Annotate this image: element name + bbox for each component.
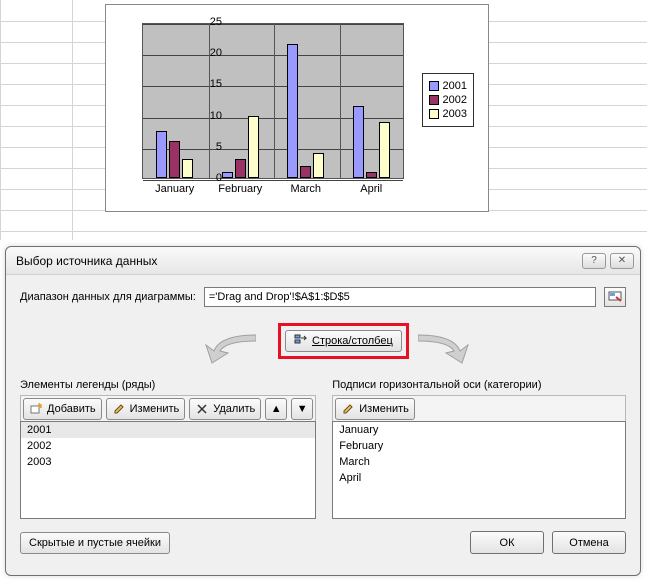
legend-item: 2002 (429, 94, 467, 106)
switch-row-column-button[interactable]: Строка/столбец (285, 330, 402, 352)
x-tick-label: February (208, 183, 274, 195)
list-item[interactable]: 2002 (21, 438, 315, 454)
y-tick-label: 10 (194, 110, 222, 122)
arrow-right-icon (418, 331, 474, 365)
range-picker-button[interactable] (604, 287, 626, 307)
help-button[interactable]: ? (582, 253, 606, 269)
legend-label: 2003 (443, 108, 467, 120)
list-item[interactable]: April (333, 470, 625, 486)
bar (182, 159, 193, 178)
list-item[interactable]: 2003 (21, 454, 315, 470)
list-item[interactable]: February (333, 438, 625, 454)
cancel-button[interactable]: Отмена (552, 531, 626, 554)
legend-label: 2002 (443, 94, 467, 106)
axis-labels-header: Подписи горизонтальной оси (категории) (332, 379, 626, 391)
switch-icon (294, 334, 308, 348)
chart-object[interactable]: 200120022003 0510152025JanuaryFebruaryMa… (105, 4, 489, 212)
swap-button-highlight: Строка/столбец (278, 323, 409, 359)
bar (313, 153, 324, 178)
plot-area (142, 23, 404, 179)
dialog-title: Выбор источника данных (16, 254, 157, 268)
edit-series-button[interactable]: Изменить (106, 398, 186, 420)
legend-item: 2001 (429, 80, 467, 92)
add-icon (29, 402, 43, 416)
move-down-button[interactable]: ▼ (291, 398, 313, 420)
delete-series-button[interactable]: Удалить (189, 398, 261, 420)
switch-button-label: Строка/столбец (312, 335, 393, 347)
legend-swatch (429, 95, 439, 105)
legend-label: 2001 (443, 80, 467, 92)
chart-legend: 2001 2002 2003 (422, 73, 474, 127)
legend-item: 2003 (429, 108, 467, 120)
legend-swatch (429, 81, 439, 91)
bar (353, 106, 364, 178)
close-button[interactable]: ✕ (610, 253, 634, 269)
bar (222, 172, 233, 178)
dialog-titlebar: Выбор источника данных ? ✕ (6, 247, 640, 275)
bar (366, 172, 377, 178)
select-data-source-dialog: Выбор источника данных ? ✕ Диапазон данн… (5, 246, 641, 576)
bar (248, 116, 259, 178)
list-item[interactable]: March (333, 454, 625, 470)
bar (287, 44, 298, 178)
edit-icon (112, 402, 126, 416)
edit-axis-button[interactable]: Изменить (335, 398, 415, 420)
add-series-button[interactable]: Добавить (23, 398, 102, 420)
edit-icon (341, 402, 355, 416)
legend-entries-header: Элементы легенды (ряды) (20, 379, 316, 391)
list-item[interactable]: January (333, 422, 625, 438)
x-tick-label: March (273, 183, 339, 195)
category-listbox[interactable]: JanuaryFebruaryMarchApril (332, 421, 626, 519)
list-item[interactable]: 2001 (21, 422, 315, 438)
y-tick-label: 25 (194, 16, 222, 28)
x-tick-label: January (142, 183, 208, 195)
delete-icon (195, 402, 209, 416)
move-up-button[interactable]: ▲ (265, 398, 287, 420)
arrow-left-icon (200, 331, 256, 365)
bar (379, 122, 390, 178)
y-tick-label: 5 (194, 141, 222, 153)
bar (300, 166, 311, 178)
ok-button[interactable]: ОК (470, 531, 544, 554)
hidden-empty-cells-button[interactable]: Скрытые и пустые ячейки (20, 532, 170, 554)
bar (156, 131, 167, 178)
legend-swatch (429, 109, 439, 119)
chart-data-range-input[interactable] (204, 287, 596, 307)
series-listbox[interactable]: 200120022003 (20, 421, 316, 519)
bar (235, 159, 246, 178)
bar (169, 141, 180, 178)
range-label: Диапазон данных для диаграммы: (20, 291, 196, 303)
y-tick-label: 20 (194, 47, 222, 59)
y-tick-label: 15 (194, 78, 222, 90)
x-tick-label: April (339, 183, 405, 195)
